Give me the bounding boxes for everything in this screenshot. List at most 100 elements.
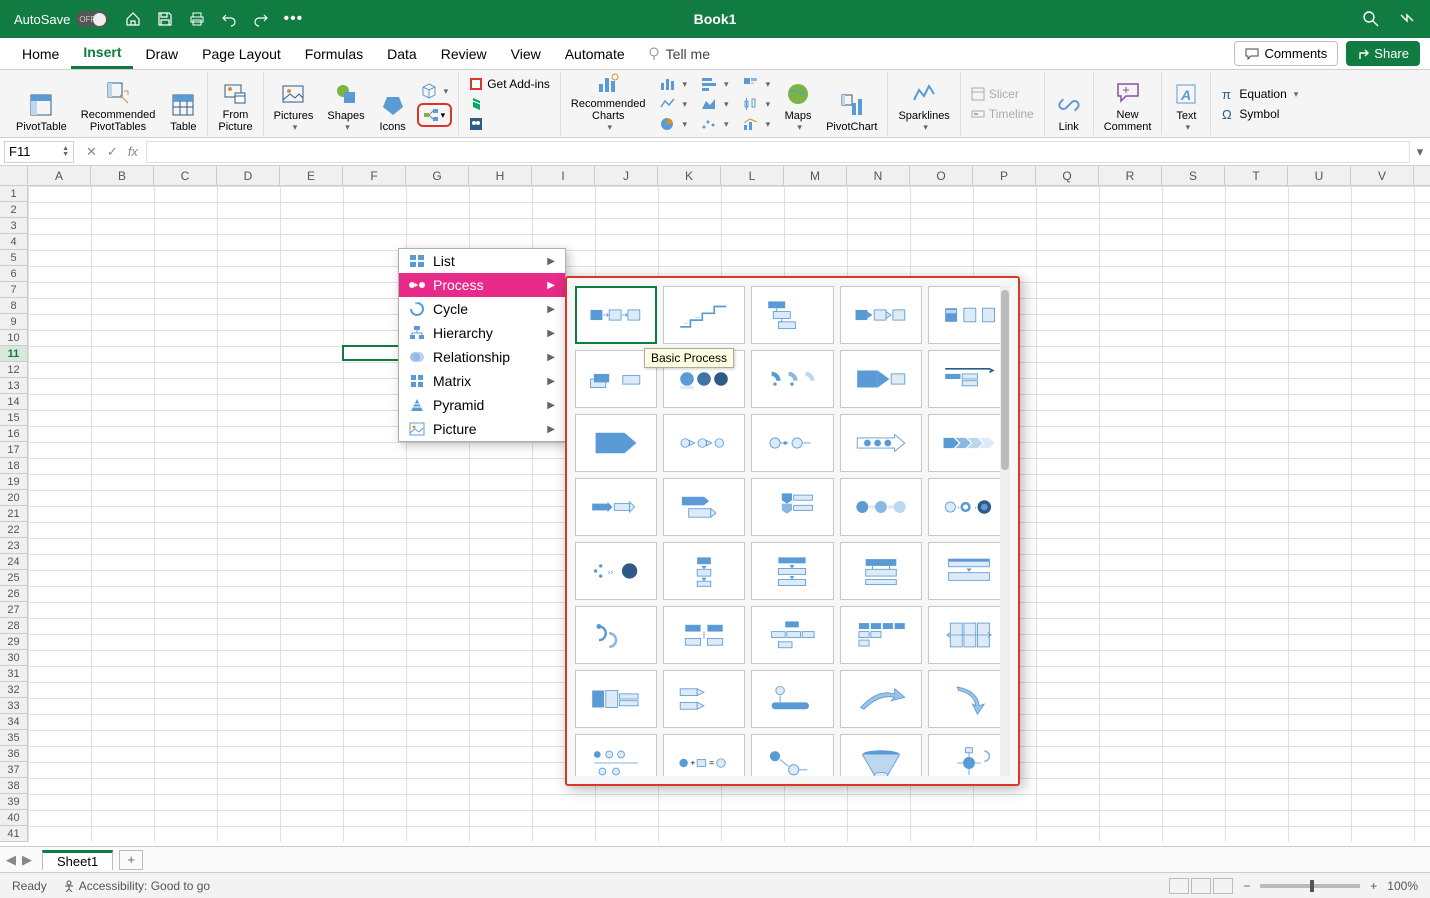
smartart-layout-option[interactable] [751, 606, 833, 664]
col-header[interactable]: H [469, 166, 532, 185]
row-header[interactable]: 10 [0, 330, 28, 346]
col-header[interactable]: N [847, 166, 910, 185]
zoom-in-button[interactable]: + [1370, 879, 1377, 893]
tab-review[interactable]: Review [429, 38, 499, 69]
row-header[interactable]: 35 [0, 730, 28, 746]
smartart-menu-list[interactable]: List▶ [399, 249, 565, 273]
col-header[interactable]: A [28, 166, 91, 185]
row-header[interactable]: 27 [0, 602, 28, 618]
cancel-formula-icon[interactable]: ✕ [86, 144, 97, 160]
3d-models-button[interactable] [417, 81, 453, 101]
line-chart-button[interactable] [656, 95, 692, 113]
row-header[interactable]: 1 [0, 186, 28, 202]
row-header[interactable]: 40 [0, 810, 28, 826]
smartart-layout-option[interactable] [751, 478, 833, 536]
smartart-layout-option[interactable] [928, 670, 1010, 728]
icons-button[interactable]: Icons [375, 73, 411, 135]
expand-formula-bar[interactable]: ▾ [1410, 144, 1430, 160]
smartart-layout-option[interactable] [840, 286, 922, 344]
autosave-toggle[interactable]: AutoSave OFF [14, 11, 108, 27]
smartart-menu-hierarchy[interactable]: Hierarchy▶ [399, 321, 565, 345]
pivot-chart-button[interactable]: PivotChart [822, 73, 881, 135]
more-icon[interactable]: ••• [284, 10, 302, 28]
smartart-layout-option[interactable] [575, 734, 657, 776]
smartart-layout-option[interactable] [840, 478, 922, 536]
text-button[interactable]: AText [1168, 73, 1204, 135]
undo-icon[interactable] [220, 10, 238, 28]
get-addins-button[interactable]: Get Add-ins [465, 75, 554, 93]
name-box[interactable]: F11▲▼ [4, 141, 74, 163]
col-header[interactable]: E [280, 166, 343, 185]
next-sheet-button[interactable]: ▶ [22, 852, 32, 868]
formula-input[interactable] [146, 141, 1410, 163]
smartart-layout-option[interactable] [840, 670, 922, 728]
smartart-menu-relationship[interactable]: Relationship▶ [399, 345, 565, 369]
tab-page-layout[interactable]: Page Layout [190, 38, 293, 69]
symbol-button[interactable]: ΩSymbol [1217, 105, 1302, 123]
search-icon[interactable] [1362, 10, 1380, 28]
zoom-slider[interactable] [1260, 884, 1360, 888]
home-icon[interactable] [124, 10, 142, 28]
row-header[interactable]: 34 [0, 714, 28, 730]
smartart-layout-option[interactable] [663, 542, 745, 600]
row-header[interactable]: 37 [0, 762, 28, 778]
new-comment-button[interactable]: New Comment [1100, 73, 1156, 135]
smartart-layout-option[interactable]: ›› [575, 542, 657, 600]
zoom-level[interactable]: 100% [1387, 879, 1418, 893]
smartart-layout-option[interactable] [928, 734, 1010, 776]
row-header[interactable]: 8 [0, 298, 28, 314]
tab-insert[interactable]: Insert [71, 38, 133, 69]
ribbon-display-icon[interactable] [1398, 10, 1416, 28]
row-header[interactable]: 31 [0, 666, 28, 682]
select-all-button[interactable] [0, 166, 28, 185]
row-header[interactable]: 12 [0, 362, 28, 378]
row-header[interactable]: 13 [0, 378, 28, 394]
row-header[interactable]: 30 [0, 650, 28, 666]
smartart-layout-option[interactable] [840, 606, 922, 664]
table-button[interactable]: Table [165, 73, 201, 135]
statistic-chart-button[interactable] [739, 95, 775, 113]
smartart-layout-option[interactable] [663, 670, 745, 728]
people-graph-addin[interactable] [465, 115, 554, 133]
col-header[interactable]: D [217, 166, 280, 185]
accessibility-status[interactable]: Accessibility: Good to go [63, 879, 210, 893]
smartart-layout-option[interactable] [928, 414, 1010, 472]
smartart-layout-option[interactable] [751, 542, 833, 600]
row-header[interactable]: 16 [0, 426, 28, 442]
tab-formulas[interactable]: Formulas [293, 38, 375, 69]
row-header[interactable]: 11 [0, 346, 28, 362]
col-header[interactable]: I [532, 166, 595, 185]
column-chart-button[interactable] [656, 75, 692, 93]
smartart-menu-cycle[interactable]: Cycle▶ [399, 297, 565, 321]
pictures-button[interactable]: Pictures [270, 73, 318, 135]
row-header[interactable]: 25 [0, 570, 28, 586]
col-header[interactable]: O [910, 166, 973, 185]
row-header[interactable]: 38 [0, 778, 28, 794]
col-header[interactable]: M [784, 166, 847, 185]
col-header[interactable]: C [154, 166, 217, 185]
row-header[interactable]: 7 [0, 282, 28, 298]
smartart-menu-process[interactable]: Process▶ [399, 273, 565, 297]
smartart-layout-option[interactable] [663, 414, 745, 472]
enter-formula-icon[interactable]: ✓ [107, 144, 118, 160]
smartart-layout-option[interactable] [575, 286, 657, 344]
add-sheet-button[interactable]: + [119, 850, 143, 870]
row-header[interactable]: 23 [0, 538, 28, 554]
zoom-out-button[interactable]: − [1243, 879, 1250, 893]
smartart-button[interactable]: ▾ [417, 103, 453, 127]
scatter-chart-button[interactable] [697, 115, 733, 133]
pie-chart-button[interactable] [656, 115, 692, 133]
smartart-layout-option[interactable] [928, 542, 1010, 600]
col-header[interactable]: Q [1036, 166, 1099, 185]
row-header[interactable]: 4 [0, 234, 28, 250]
smartart-menu-pyramid[interactable]: Pyramid▶ [399, 393, 565, 417]
sparklines-button[interactable]: Sparklines [894, 73, 953, 135]
redo-icon[interactable] [252, 10, 270, 28]
col-header[interactable]: V [1351, 166, 1414, 185]
row-header[interactable]: 6 [0, 266, 28, 282]
col-header[interactable]: T [1225, 166, 1288, 185]
smartart-layout-option[interactable] [575, 414, 657, 472]
col-header[interactable]: J [595, 166, 658, 185]
smartart-layout-option[interactable]: —— [663, 286, 745, 344]
slicer-button[interactable]: Slicer [967, 85, 1038, 103]
